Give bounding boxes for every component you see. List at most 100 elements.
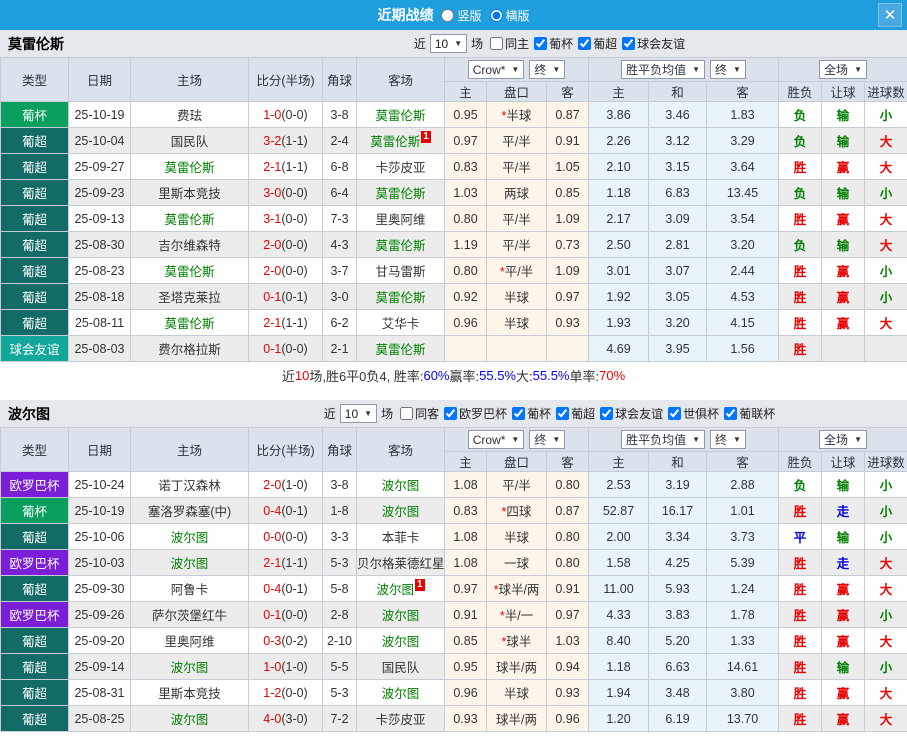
filter-option-世俱杯[interactable]: 世俱杯 xyxy=(668,405,719,422)
away-team: 波尔图 xyxy=(356,601,445,628)
odds-away: 0.85 xyxy=(546,179,589,206)
filter-checkbox[interactable] xyxy=(400,407,414,420)
filter-checkbox[interactable] xyxy=(490,37,504,50)
team-name: 里斯本竞技 xyxy=(158,687,221,701)
fulltime-select[interactable]: 全场 ▼ xyxy=(819,430,867,449)
col-home: 主场 xyxy=(130,427,249,472)
mean-odds-select[interactable]: 胜平负均值 ▼ xyxy=(621,430,705,449)
filter-option-球会友谊[interactable]: 球会友谊 xyxy=(622,35,685,52)
corner-count: 3-8 xyxy=(322,101,357,128)
mean-draw: 6.19 xyxy=(648,705,707,732)
result-handicap: 赢 xyxy=(821,627,866,654)
checkbox-label: 葡杯 xyxy=(527,407,552,421)
col-corners: 角球 xyxy=(322,57,357,102)
competition-type: 葡超 xyxy=(0,127,69,154)
filter-checkbox[interactable] xyxy=(600,407,614,420)
bookmaker-select[interactable]: Crow* ▼ xyxy=(467,60,525,79)
corner-count: 1-8 xyxy=(322,497,357,524)
match-score: 0-3(0-2) xyxy=(248,627,323,654)
team-name: 波尔图 xyxy=(381,635,420,649)
match-count-select[interactable]: 10 ▼ xyxy=(339,404,378,423)
odds-handicap: 平/半 xyxy=(486,205,547,232)
bookmaker-select[interactable]: Crow* ▼ xyxy=(467,430,525,449)
filter-option-葡超[interactable]: 葡超 xyxy=(578,35,617,52)
filter-checkbox[interactable] xyxy=(622,37,636,50)
halftime-score: (1-0) xyxy=(281,477,308,492)
summary-segment: 大: xyxy=(516,368,533,384)
filter-option-同客[interactable]: 同客 xyxy=(400,405,439,422)
filter-option-葡杯[interactable]: 葡杯 xyxy=(512,405,551,422)
layout-vertical-option[interactable]: 竖版 xyxy=(441,7,482,24)
team-name: 费尔格拉斯 xyxy=(158,343,221,357)
layout-horizontal-option[interactable]: 横版 xyxy=(489,7,530,24)
odds-home: 0.83 xyxy=(444,153,487,180)
summary-segment: 55.5% xyxy=(479,367,516,383)
filter-option-葡杯[interactable]: 葡杯 xyxy=(534,35,573,52)
away-team: 卡莎皮亚 xyxy=(356,153,445,180)
halftime-score: (0-0) xyxy=(281,685,308,700)
fulltime-score: 2-0 xyxy=(263,263,282,278)
filter-option-球会友谊[interactable]: 球会友谊 xyxy=(600,405,663,422)
mean-draw: 3.46 xyxy=(648,101,707,128)
filter-checkbox[interactable] xyxy=(512,407,526,420)
filter-near-label: 近 xyxy=(323,407,336,421)
filter-option-葡联杯[interactable]: 葡联杯 xyxy=(724,405,775,422)
mean-home: 52.87 xyxy=(588,497,649,524)
fulltime-score: 3-0 xyxy=(263,185,282,200)
checkbox-label: 世俱杯 xyxy=(683,407,720,421)
odds-away: 0.93 xyxy=(546,309,589,336)
odds-home: 0.97 xyxy=(444,575,487,602)
filter-checkbox[interactable] xyxy=(534,37,548,50)
odds-home: 0.92 xyxy=(444,283,487,310)
filter-games-label: 场 xyxy=(381,407,394,421)
mean-odds-select[interactable]: 胜平负均值 ▼ xyxy=(621,60,705,79)
filter-checkbox[interactable] xyxy=(578,37,592,50)
result-handicap: 赢 xyxy=(821,205,866,232)
match-count-select[interactable]: 10 ▼ xyxy=(429,34,468,53)
odds-away: 0.80 xyxy=(546,523,589,550)
col-mean-home: 主 xyxy=(588,451,649,472)
team-name: 卡莎皮亚 xyxy=(375,161,426,175)
filter-option-欧罗巴杯[interactable]: 欧罗巴杯 xyxy=(444,405,507,422)
final-odds-select-2[interactable]: 终 ▼ xyxy=(710,430,746,449)
match-row: 葡超 25-08-25 波尔图 4-0(3-0) 7-2 卡莎皮亚 0.93 球半/两 0.96… xyxy=(0,705,907,732)
away-team: 甘马雷斯 xyxy=(356,257,445,284)
team-name: 国民队 xyxy=(170,135,209,149)
final-odds-select-1[interactable]: 终 ▼ xyxy=(529,430,566,449)
odds-home: 0.96 xyxy=(444,679,487,706)
corner-count: 7-2 xyxy=(322,705,357,732)
mean-away: 2.88 xyxy=(705,471,780,498)
odds-home: 0.93 xyxy=(444,705,487,732)
vertical-radio[interactable] xyxy=(441,8,455,22)
summary-segment: 55.5% xyxy=(532,367,570,383)
match-row: 欧罗巴杯 25-10-24 诺丁汉森林 2-0(1-0) 3-8 波尔图 1.08 平/半 0.… xyxy=(0,471,907,498)
odds-home: 0.95 xyxy=(444,101,487,128)
result-handicap: 输 xyxy=(821,471,866,498)
mean-away: 3.73 xyxy=(705,523,780,550)
home-team: 莫雷伦斯 xyxy=(130,153,249,180)
filter-checkbox[interactable] xyxy=(444,407,458,420)
home-team: 莫雷伦斯 xyxy=(130,257,249,284)
filter-checkbox[interactable] xyxy=(668,407,682,420)
close-button[interactable]: ✕ xyxy=(878,3,902,27)
team-name: 波尔图 xyxy=(381,609,420,623)
filter-checkbox[interactable] xyxy=(556,407,570,420)
final-odds-select-1[interactable]: 终 ▼ xyxy=(529,60,566,79)
team-name: 艾华卡 xyxy=(381,317,420,331)
filter-option-同主[interactable]: 同主 xyxy=(490,35,529,52)
horizontal-radio[interactable] xyxy=(489,8,503,22)
match-score: 0-0(0-0) xyxy=(248,523,323,550)
final-odds-select-2[interactable]: 终 ▼ xyxy=(710,60,746,79)
fulltime-select[interactable]: 全场 ▼ xyxy=(819,60,867,79)
team-name: 波尔图 xyxy=(170,661,209,675)
handicap-group-header: Crow* ▼ 终 ▼ xyxy=(444,427,589,452)
result-winloss: 胜 xyxy=(778,497,823,524)
away-team: 波尔图 xyxy=(356,471,445,498)
mean-home: 3.86 xyxy=(588,101,649,128)
corner-count: 2-1 xyxy=(322,335,357,362)
checkbox-label: 球会友谊 xyxy=(637,37,686,51)
match-score: 2-1(1-1) xyxy=(248,549,323,576)
halftime-score: (0-0) xyxy=(281,237,308,252)
filter-checkbox[interactable] xyxy=(724,407,738,420)
filter-option-葡超[interactable]: 葡超 xyxy=(556,405,595,422)
